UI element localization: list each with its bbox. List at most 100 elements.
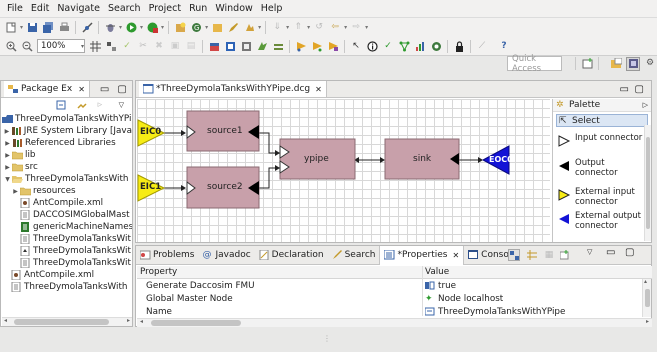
tree-item-project-folder[interactable]: ▼ ThreeDymolaTanksWith: [1, 173, 132, 185]
save-all-icon[interactable]: [42, 22, 54, 34]
tree-item-file[interactable]: genericMachineNames: [1, 221, 132, 233]
menu-window[interactable]: Window: [211, 3, 256, 14]
export-icon[interactable]: [240, 40, 252, 52]
chevron-down-icon[interactable]: ▼: [3, 176, 12, 183]
palette-select-tool[interactable]: ⇱ Select: [556, 114, 648, 127]
generate-icon[interactable]: [272, 40, 284, 52]
scrollbar-thumb[interactable]: [646, 137, 650, 229]
run-cosim-icon[interactable]: [295, 40, 307, 52]
menu-help[interactable]: Help: [257, 3, 287, 14]
quick-access-field[interactable]: Quick Access: [507, 54, 562, 74]
new-item-icon[interactable]: [243, 22, 255, 34]
tab-declaration[interactable]: Declaration: [255, 247, 328, 263]
connection-source2-ypipe[interactable]: [259, 167, 280, 189]
java-perspective-icon[interactable]: [610, 58, 622, 70]
property-row[interactable]: Global Master Node ✦ Node localhost: [137, 294, 635, 306]
minimize-icon[interactable]: ▭: [606, 247, 615, 258]
new-class-icon[interactable]: [211, 22, 223, 34]
tab-problems[interactable]: Problems: [136, 247, 198, 263]
debug-icon[interactable]: [104, 22, 116, 34]
status-bar-handle[interactable]: ⋮: [323, 334, 331, 343]
scroll-right-icon[interactable]: ▸: [646, 318, 649, 325]
focus-icon[interactable]: ▹: [98, 100, 109, 110]
align-icon[interactable]: [105, 40, 117, 52]
chevron-right-icon[interactable]: ▶: [11, 188, 20, 195]
menu-search[interactable]: Search: [104, 3, 145, 14]
info-icon[interactable]: [366, 40, 378, 52]
chevron-right-icon[interactable]: ▶: [3, 152, 12, 159]
help-icon[interactable]: ?: [498, 40, 510, 52]
pin-icon[interactable]: [559, 249, 571, 261]
tree-item-file[interactable]: AntCompile.xml: [1, 269, 132, 281]
show-advanced-icon[interactable]: [526, 249, 538, 261]
tree-item-file[interactable]: ThreeDymolaTanksWit: [1, 257, 132, 269]
menu-navigate[interactable]: Navigate: [53, 3, 104, 14]
tree-item-referenced-libraries[interactable]: ▶ Referenced Libraries: [1, 137, 132, 149]
view-menu-icon[interactable]: ▽: [587, 248, 592, 256]
properties-scrollbar[interactable]: ▴: [642, 278, 651, 317]
tree-item-file[interactable]: DACCOSIMGlobalMast: [1, 209, 132, 221]
menu-file[interactable]: File: [3, 3, 27, 14]
open-perspective-icon[interactable]: [581, 58, 593, 70]
chevron-right-icon[interactable]: ▶: [3, 128, 11, 135]
link-with-editor-icon[interactable]: [77, 100, 88, 110]
save-icon[interactable]: [26, 22, 38, 34]
scroll-right-icon[interactable]: ▸: [127, 317, 130, 324]
close-icon[interactable]: ✕: [78, 85, 85, 94]
scroll-left-icon[interactable]: ◂: [4, 317, 7, 324]
menu-project[interactable]: Project: [145, 3, 186, 14]
tree-item-jre[interactable]: ▶ JRE System Library [Java: [1, 125, 132, 137]
grid-icon[interactable]: [89, 40, 101, 52]
close-icon[interactable]: ✕: [315, 85, 322, 94]
new-java-project-icon[interactable]: [174, 22, 186, 34]
tree-item-project[interactable]: ThreeDymolaTanksWithYPipe: [1, 113, 132, 125]
maximize-icon[interactable]: ▢: [117, 84, 126, 95]
tab-package-explorer[interactable]: Package Ex ✕: [4, 81, 90, 97]
tree-item-file[interactable]: ThreeDymolaTanksWit: [1, 245, 132, 257]
tree-item-file[interactable]: ThreeDymolaTanksWith: [1, 281, 132, 293]
tab-search[interactable]: Search: [328, 247, 380, 263]
new-package-icon[interactable]: G: [190, 22, 202, 34]
chevron-right-icon[interactable]: ▶: [3, 164, 12, 171]
forward-icon[interactable]: ⇨: [350, 22, 362, 34]
skip-breakpoints-icon[interactable]: [81, 22, 93, 34]
horizontal-scrollbar[interactable]: ◂ ▸: [137, 318, 652, 327]
validate-icon[interactable]: ✓: [382, 40, 394, 52]
scrollbar-thumb[interactable]: [645, 289, 650, 307]
run-icon[interactable]: [125, 22, 137, 34]
copy-icon[interactable]: ▣: [169, 40, 181, 52]
restore-default-icon[interactable]: ▦: [543, 249, 555, 261]
maximize-icon[interactable]: ▢: [625, 247, 634, 258]
menu-edit[interactable]: Edit: [27, 3, 53, 14]
column-header-value[interactable]: Value: [425, 267, 449, 277]
run-distributed-icon[interactable]: [327, 40, 339, 52]
tree-item-file[interactable]: AntCompile.xml: [1, 197, 132, 209]
scrollbar-thumb[interactable]: [151, 320, 241, 326]
connection-source1-ypipe[interactable]: [259, 132, 280, 154]
settings-icon[interactable]: [256, 40, 268, 52]
tab-javadoc[interactable]: @ Javadoc: [198, 247, 254, 263]
palette-item-input[interactable]: Input connector: [557, 133, 643, 147]
tab-dcg-editor[interactable]: *ThreeDymolaTanksWithYPipe.dcg ✕: [139, 81, 327, 97]
palette-item-external-output[interactable]: External output connector: [557, 211, 647, 231]
open-type-icon[interactable]: [227, 22, 239, 34]
run-batch-icon[interactable]: [311, 40, 323, 52]
back-icon[interactable]: ⇦: [329, 22, 341, 34]
debug-perspective-icon[interactable]: [626, 56, 640, 71]
check-icon[interactable]: ✓: [121, 40, 133, 52]
palette-scrollbar[interactable]: [644, 125, 651, 241]
print-icon[interactable]: [58, 22, 70, 34]
chart-icon[interactable]: [414, 40, 426, 52]
next-annotation-icon[interactable]: ⇓: [271, 22, 283, 34]
diagram-canvas[interactable]: EIC0 EIC1 source1 source2 ypipe sink EOC…: [137, 99, 550, 242]
horizontal-scrollbar[interactable]: ◂ ▸: [2, 317, 132, 326]
network-icon[interactable]: [398, 40, 410, 52]
scroll-up-icon[interactable]: ▴: [644, 278, 647, 285]
results-icon[interactable]: ⟋: [476, 40, 488, 52]
tree-item-file[interactable]: ThreeDymolaTanksWit: [1, 233, 132, 245]
palette-collapse-icon[interactable]: ▷: [643, 101, 648, 109]
palette-item-external-input[interactable]: External input connector: [557, 187, 647, 207]
tab-properties[interactable]: *Properties ✕: [379, 245, 465, 265]
zoom-combo[interactable]: 100% ▾: [37, 39, 85, 53]
tree-item-src[interactable]: ▶ src: [1, 161, 132, 173]
